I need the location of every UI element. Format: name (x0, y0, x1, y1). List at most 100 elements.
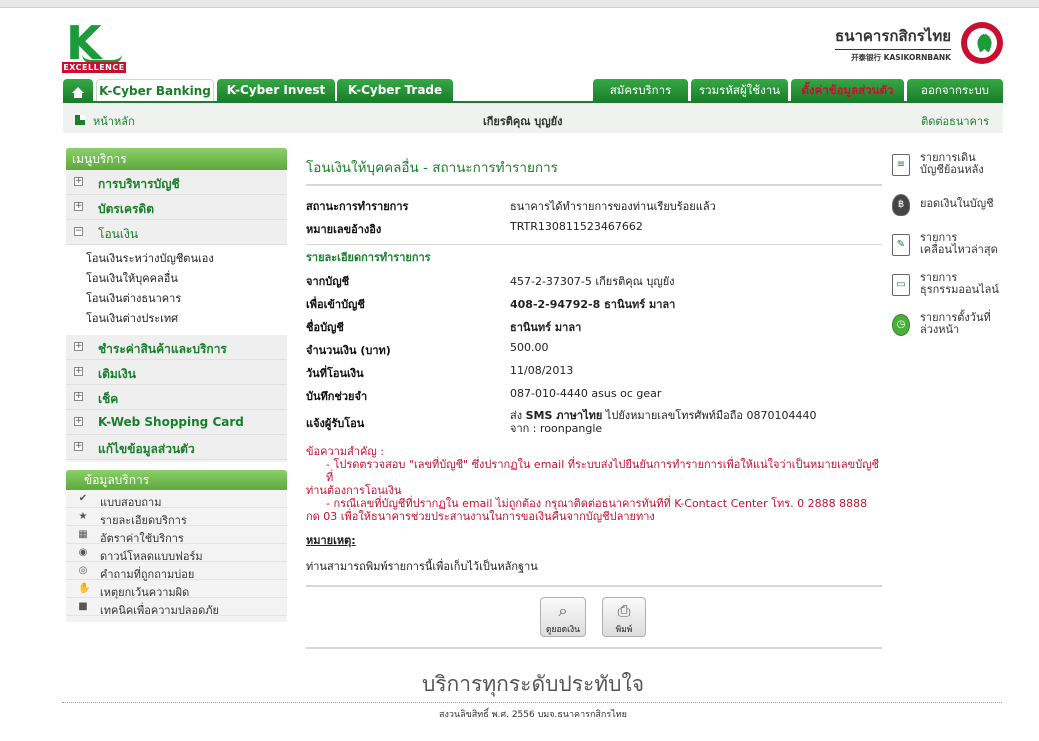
expand-icon: + (74, 441, 83, 451)
expand-icon: + (74, 391, 83, 401)
contact-bank-link[interactable]: ติดต่อธนาคาร (921, 112, 989, 130)
menu-label: เติมเงิน (98, 367, 136, 381)
detail-to-account: เพื่อเข้าบัญชี 408-2-94792-8 ธานินทร์ มาล… (306, 290, 882, 313)
menu-k-web-shopping-card[interactable]: + K-Web Shopping Card (66, 410, 287, 435)
quick-scheduled-transactions[interactable]: ◷ รายการตั้งวันที่ ล่วงหน้า (890, 312, 1010, 352)
notice-line: - โปรดตรวจสอบ "เลขที่บัญชี" ซึ่งปรากฏใน … (326, 458, 880, 484)
menu-credit-card[interactable]: + บัตรเครดิต (66, 195, 287, 220)
footer-divider (62, 702, 1002, 703)
menu-edit-profile[interactable]: + แก้ไขข้อมูลส่วนตัว (66, 435, 287, 460)
service-menu-title: เมนูบริการ (66, 148, 287, 170)
service-info-box: ข้อมูลบริการ ✔ แบบสอบถาม ★ รายละเอียดบริกา… (66, 470, 287, 622)
menu-label: แก้ไขข้อมูลส่วนตัว (98, 442, 195, 456)
submenu-transfer-own-accounts[interactable]: โอนเงินระหว่างบัญชีตนเอง (66, 249, 287, 269)
menu-top-up[interactable]: + เติมเงิน (66, 360, 287, 385)
detail-label: จำนวนเงิน (บาท) (306, 344, 391, 357)
info-label: เทคนิคเพื่อความปลอดภัย (100, 604, 219, 617)
logout-tab[interactable]: ออกจากระบบ (907, 79, 1003, 101)
divider (306, 647, 882, 649)
submenu-transfer-other-banks[interactable]: โอนเงินต่างธนาคาร (66, 289, 287, 309)
info-fees[interactable]: ▦ อัตราค่าใช้บริการ (66, 526, 287, 545)
view-balance-button[interactable]: ⌕ ดูยอดเงิน (540, 597, 586, 637)
detail-label: ชื่อบัญชี (306, 321, 344, 334)
detail-transfer-date: วันที่โอนเงิน 11/08/2013 (306, 359, 882, 382)
notice-line: ท่านต้องการโอนเงิน (306, 484, 402, 497)
collapse-icon: − (74, 226, 83, 236)
info-security-tips[interactable]: ■ เทคนิคเพื่อความปลอดภัย (66, 598, 287, 617)
calculator-icon: ▦ (78, 529, 88, 540)
notify-sms-type: SMS ภาษาไทย (525, 409, 603, 422)
menu-label: เช็ค (98, 392, 119, 406)
menu-cheque[interactable]: + เช็ค (66, 385, 287, 410)
expand-icon: + (74, 201, 83, 211)
tab-k-cyber-trade[interactable]: K-Cyber Trade (337, 79, 453, 101)
register-service-tab[interactable]: สมัครบริการ (593, 79, 688, 101)
link-user-id-tab[interactable]: รวมรหัสผู้ใช้งาน (691, 79, 788, 101)
k-excellence-logo[interactable]: K EXCELLENCE (62, 20, 128, 74)
status-label: สถานะการทำรายการ (306, 200, 409, 213)
info-service-details[interactable]: ★ รายละเอียดบริการ (66, 508, 287, 527)
kasikornbank-seal-icon (961, 22, 1003, 64)
quick-online-transactions[interactable]: ▭ รายการ ธุรกรรมออนไลน์ (890, 272, 1010, 312)
action-bar: ⌕ ดูยอดเงิน ⎙ พิมพ์ (306, 585, 882, 647)
quick-recent-transactions[interactable]: ✎ รายการ เคลื่อนไหวล่าสุด (890, 232, 1010, 272)
recent-list-icon: ✎ (892, 234, 910, 256)
notify-sender: จาก : roonpangle (510, 422, 603, 435)
detail-from-account: จากบัญชี 457-2-37307-5 เกียรติคุณ บุญยัง (306, 267, 882, 290)
notify-prefix: ส่ง (510, 409, 526, 422)
print-button[interactable]: ⎙ พิมพ์ (602, 597, 646, 637)
quick-links-panel: ≡ รายการเดิน บัญชีย้อนหลัง ฿ ยอดเงินในบัญช… (890, 152, 1010, 352)
personal-settings-tab[interactable]: ตั้งค่าข้อมูลส่วนตัว (791, 79, 904, 101)
magnifier-icon: ⌕ (558, 601, 568, 620)
info-disclaimer[interactable]: ✋ เหตุยกเว้นความผิด (66, 580, 287, 599)
menu-label: ชำระค่าสินค้าและบริการ (98, 342, 227, 356)
menu-label: การบริหารบัญชี (98, 177, 180, 191)
detail-label: วันที่โอนเงิน (306, 367, 364, 380)
statement-icon: ≡ (892, 154, 910, 176)
transfer-submenu: โอนเงินระหว่างบัญชีตนเอง โอนเงินให้บุคคล… (66, 245, 287, 335)
tab-home[interactable] (63, 79, 93, 101)
tab-k-cyber-invest[interactable]: K-Cyber Invest (217, 79, 335, 101)
bank-name-en: 开泰银行 KASIKORNBANK (851, 53, 951, 62)
copyright-text: สงวนลิขสิทธิ์ พ.ศ. 2556 บมจ.ธนาคารกสิกรไ… (439, 710, 627, 720)
main-nav: K-Cyber Banking K-Cyber Invest K-Cyber T… (63, 79, 1003, 101)
handshake-icon: ✋ (78, 583, 91, 594)
status-row: สถานะการทำรายการ ธนาคารได้ทำรายการของท่า… (306, 192, 882, 215)
menu-bill-payment[interactable]: + ชำระค่าสินค้าและบริการ (66, 335, 287, 360)
quick-link-label: รายการ ธุรกรรมออนไลน์ (920, 271, 999, 296)
detail-value: 500.00 (510, 341, 549, 354)
monitor-icon: ▭ (892, 274, 910, 296)
submenu-transfer-international[interactable]: โอนเงินต่างประเทศ (66, 309, 287, 329)
home-link[interactable]: หน้าหลัก (93, 112, 135, 130)
detail-value: 408-2-94792-8 ธานินทร์ มาลา (510, 298, 676, 311)
detail-value: 087-010-4440 asus oc gear (510, 387, 662, 400)
important-notice: ข้อความสำคัญ : - โปรดตรวจสอบ "เลขที่บัญช… (306, 445, 882, 523)
detail-label: เพื่อเข้าบัญชี (306, 298, 365, 311)
notice-line: - กรณีเลขที่บัญชีที่ปรากฏใน email ไม่ถูก… (326, 497, 868, 510)
info-download-forms[interactable]: ◉ ดาวน์โหลดแบบฟอร์ม (66, 544, 287, 563)
quick-link-label: ยอดเงินในบัญชี (920, 197, 994, 210)
detail-account-name: ชื่อบัญชี ธานินทร์ มาลา (306, 313, 882, 336)
quick-account-balance[interactable]: ฿ ยอดเงินในบัญชี (890, 192, 1010, 232)
expand-icon: + (74, 366, 83, 376)
tab-k-cyber-banking[interactable]: K-Cyber Banking (96, 79, 214, 101)
footer-slogan: บริการทุกระดับประทับใจ (421, 672, 645, 696)
clock-icon: ◷ (892, 314, 910, 336)
lock-icon: ■ (78, 601, 88, 612)
info-faq[interactable]: ◎ คำถามที่ถูกถามบ่อย (66, 562, 287, 581)
printer-icon: ⎙ (617, 601, 631, 620)
user-name: เกียรติคุณ บุญยัง (483, 115, 563, 128)
transaction-status-panel: โอนเงินให้บุคคลอื่น - สถานะการทำรายการ ส… (306, 150, 882, 649)
expand-icon: + (74, 341, 83, 351)
bank-name: ธนาคารกสิกรไทย 开泰银行 KASIKORNBANK (835, 24, 951, 63)
menu-transfer[interactable]: − โอนเงิน (66, 220, 287, 245)
submenu-transfer-to-others[interactable]: โอนเงินให้บุคคลอื่น (66, 269, 287, 289)
home-square-icon (75, 115, 85, 125)
info-survey[interactable]: ✔ แบบสอบถาม (66, 490, 287, 509)
detail-value: 11/08/2013 (510, 364, 574, 377)
detail-value: ส่ง SMS ภาษาไทย ไปยังหมายเลขโทรศัพท์มือถ… (510, 409, 816, 435)
browser-top-strip (0, 0, 1039, 8)
menu-account-management[interactable]: + การบริหารบัญชี (66, 170, 287, 195)
quick-link-label: รายการ เคลื่อนไหวล่าสุด (920, 231, 998, 256)
quick-statement-history[interactable]: ≡ รายการเดิน บัญชีย้อนหลัง (890, 152, 1010, 192)
